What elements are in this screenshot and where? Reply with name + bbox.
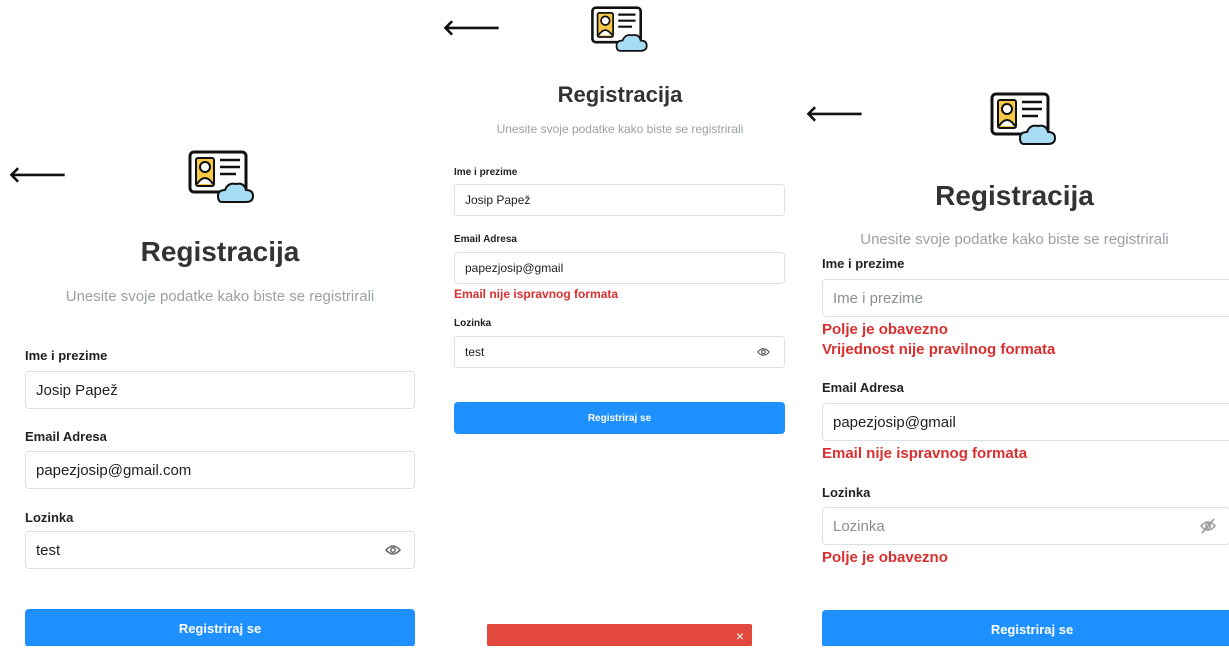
- email-value: papezjosip@gmail: [465, 261, 564, 275]
- email-field[interactable]: papezjosip@gmail.com: [25, 451, 415, 489]
- name-error-required: Polje je obavezno: [822, 321, 948, 338]
- email-field[interactable]: papezjosip@gmail: [822, 403, 1229, 441]
- email-label: Email Adresa: [25, 429, 107, 444]
- name-field[interactable]: Josip Papež: [25, 371, 415, 409]
- password-placeholder: Lozinka: [833, 517, 885, 535]
- name-field[interactable]: Josip Papež: [454, 184, 785, 216]
- name-label: Ime i prezime: [454, 167, 518, 178]
- password-value: test: [465, 345, 485, 359]
- password-value: test: [36, 541, 61, 559]
- email-field[interactable]: papezjosip@gmail: [454, 252, 785, 284]
- eye-icon[interactable]: [752, 347, 774, 357]
- registration-form-email-error: 🡐 Registracija Unesite svoje podatke kak…: [440, 0, 800, 646]
- close-icon[interactable]: ×: [736, 628, 744, 644]
- name-value: Josip Papež: [36, 381, 118, 399]
- page-subtitle: Unesite svoje podatke kako biste se regi…: [65, 288, 375, 305]
- password-field[interactable]: Lozinka: [822, 507, 1229, 545]
- register-button[interactable]: Registriraj se: [25, 609, 415, 646]
- page-title: Registracija: [140, 236, 300, 267]
- email-label: Email Adresa: [454, 234, 517, 245]
- error-toast-notification: × Nešto je pošlo po krivu!: [487, 624, 752, 664]
- id-card-cloud-icon: [990, 92, 1057, 145]
- eye-slash-icon[interactable]: [1197, 518, 1219, 534]
- name-error-format: Vrijednost nije pravilnog formata: [822, 341, 1056, 358]
- password-field[interactable]: test: [454, 336, 785, 368]
- register-button[interactable]: Registriraj se: [454, 402, 785, 434]
- registration-form-required-errors: 🡐 Registracija Unesite svoje podatke kak…: [800, 0, 1229, 646]
- id-card-cloud-icon: [591, 6, 648, 52]
- page-title: Registracija: [557, 82, 683, 107]
- email-error: Email nije ispravnog formata: [822, 445, 1028, 462]
- name-value: Josip Papež: [465, 193, 531, 207]
- password-label: Lozinka: [454, 318, 492, 329]
- page-subtitle: Unesite svoje podatke kako biste se regi…: [860, 231, 1169, 248]
- email-value: papezjosip@gmail.com: [36, 461, 192, 479]
- name-label: Ime i prezime: [822, 256, 905, 271]
- password-label: Lozinka: [25, 510, 74, 525]
- back-arrow-icon[interactable]: 🡐: [805, 104, 864, 126]
- register-button[interactable]: Registriraj se: [822, 610, 1229, 646]
- email-error: Email nije ispravnog formata: [454, 287, 619, 301]
- password-error: Polje je obavezno: [822, 549, 948, 566]
- id-card-cloud-icon: [188, 150, 255, 203]
- email-value: papezjosip@gmail: [833, 413, 956, 431]
- name-label: Ime i prezime: [25, 348, 108, 363]
- toast-message: Nešto je pošlo po krivu!: [499, 649, 635, 664]
- eye-icon[interactable]: [382, 544, 404, 556]
- password-field[interactable]: test: [25, 531, 415, 569]
- back-arrow-icon[interactable]: 🡐: [442, 18, 501, 40]
- password-label: Lozinka: [822, 485, 871, 500]
- page-title: Registracija: [935, 180, 1094, 211]
- page-subtitle: Unesite svoje podatke kako biste se regi…: [496, 122, 744, 136]
- email-label: Email Adresa: [822, 380, 904, 395]
- name-field[interactable]: Ime i prezime: [822, 279, 1229, 317]
- name-placeholder: Ime i prezime: [833, 289, 924, 307]
- back-arrow-icon[interactable]: 🡐: [8, 165, 67, 187]
- registration-form-valid: 🡐 Registracija Unesite svoje podatke kak…: [0, 0, 440, 646]
